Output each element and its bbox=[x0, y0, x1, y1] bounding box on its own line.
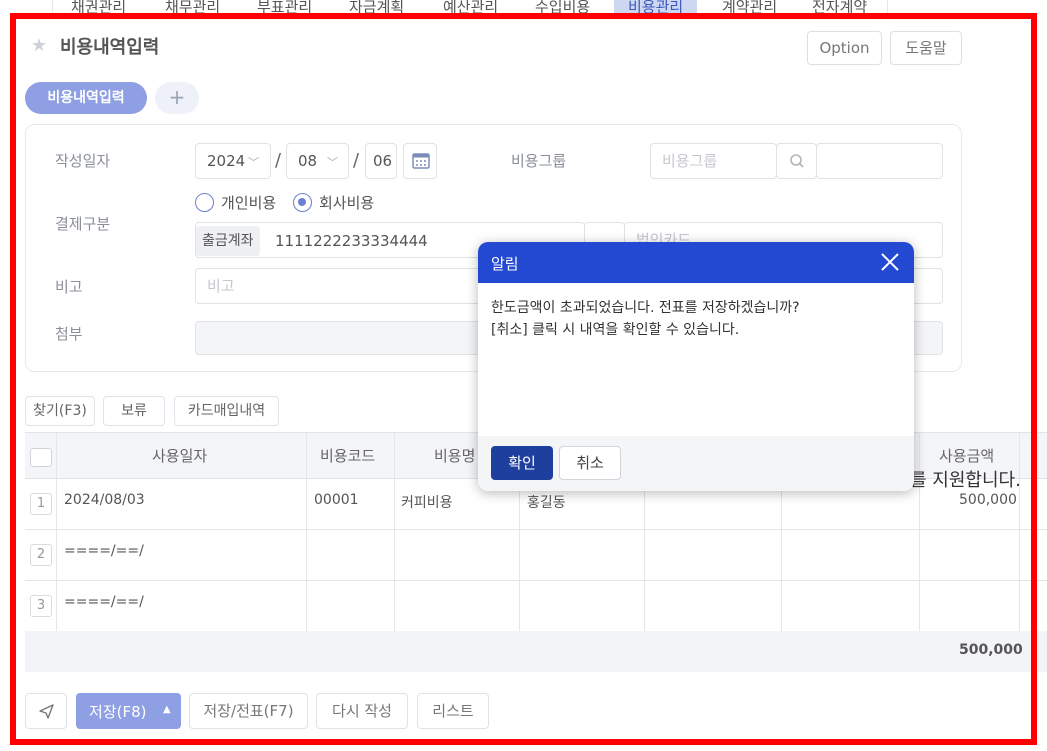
close-icon[interactable] bbox=[879, 251, 901, 273]
alert-dialog: 알림 한도금액이 초과되었습니다. 전표를 저장하겠습니까? [취소] 클릭 시… bbox=[478, 242, 914, 491]
dialog-message-line: [취소] 클릭 시 내역을 확인할 수 있습니다. bbox=[491, 322, 740, 338]
dialog-footer: 확인 취소 bbox=[478, 436, 914, 491]
dialog-message: 한도금액이 초과되었습니다. 전표를 저장하겠습니까? [취소] 클릭 시 내역… bbox=[491, 297, 800, 341]
cancel-button[interactable]: 취소 bbox=[559, 446, 621, 480]
confirm-button[interactable]: 확인 bbox=[491, 446, 553, 480]
dialog-message-line: 한도금액이 초과되었습니다. 전표를 저장하겠습니까? bbox=[491, 300, 800, 316]
dialog-title: 알림 bbox=[491, 255, 519, 273]
dialog-header: 알림 bbox=[478, 242, 914, 283]
